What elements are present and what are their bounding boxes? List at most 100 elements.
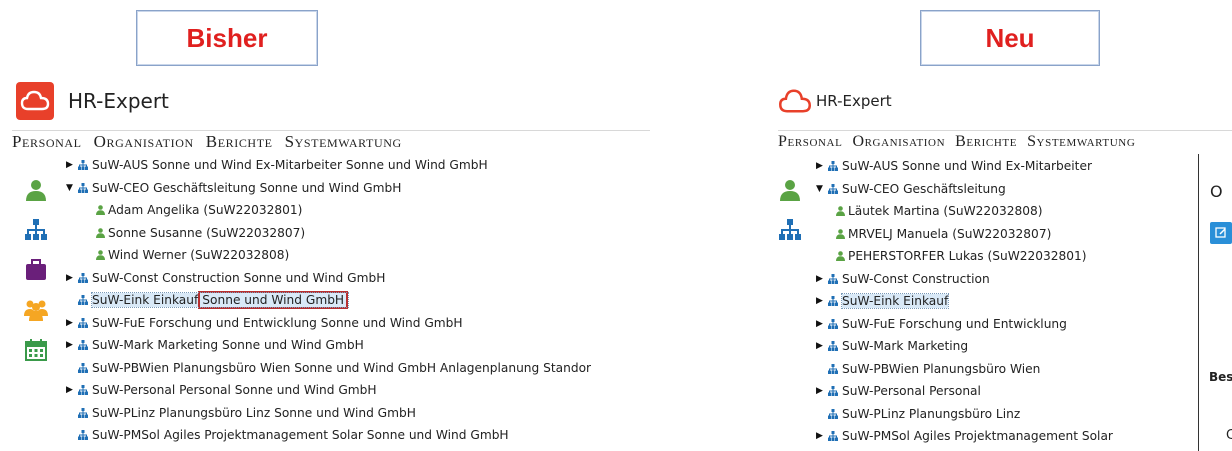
tree-org-row[interactable]: SuW-PLinz Planungsbüro Linz [816,403,1196,426]
tree-org-row[interactable]: ▼ SuW-CEO Geschäftsleitung [816,178,1196,201]
label-neu: Neu [920,10,1100,66]
expand-arrow-icon[interactable]: ▶ [816,274,828,284]
main-menu: Personal Organisation Berichte Systemwar… [12,130,650,153]
tree-org-row[interactable]: ▶ SuW-Const Construction [816,268,1196,291]
person-icon [836,206,845,217]
tree-org-row[interactable]: ▶ SuW-FuE Forschung und Entwicklung [816,313,1196,336]
tree-org-row[interactable]: ▼ SuW-CEO Geschäftsleitung Sonne und Wind… [66,177,650,200]
expand-arrow-icon[interactable]: ▶ [816,319,828,329]
org-unit-icon [78,407,88,418]
briefcase-icon[interactable] [24,258,48,282]
group-icon[interactable] [24,298,48,322]
tree-item-text: SuW-Eink Einkauf [92,293,199,308]
tree-item-label[interactable]: SuW-AUS Sonne und Wind Ex-Mitarbeiter [842,159,1092,173]
tree-item-label[interactable]: SuW-CEO Geschäftsleitung Sonne und Wind … [92,181,401,195]
tree-org-row[interactable]: ▶ SuW-Mark Marketing [816,335,1196,358]
tree-person-row[interactable]: Wind Werner (SuW22032808) [66,244,650,267]
expand-arrow-icon[interactable]: ▶ [66,318,78,328]
menu-berichte[interactable]: Berichte [955,133,1017,151]
tree-person-row[interactable]: PEHERSTORFER Lukas (SuW22032801) [816,245,1196,268]
collapse-arrow-icon[interactable]: ▼ [66,183,78,193]
edit-button[interactable] [1210,222,1232,244]
tree-item-label[interactable]: PEHERSTORFER Lukas (SuW22032801) [848,249,1087,263]
tree-item-text: SuW-Personal Personal [842,384,981,399]
tree-person-row[interactable]: MRVELJ Manuela (SuW22032807) [816,223,1196,246]
tree-item-label[interactable]: SuW-PLinz Planungsbüro Linz Sonne und Wi… [92,406,416,420]
expand-arrow-icon[interactable]: ▶ [66,385,78,395]
tree-item-label[interactable]: SuW-AUS Sonne und Wind Ex-Mitarbeiter So… [92,158,488,172]
tree-item-label[interactable]: Wind Werner (SuW22032808) [108,248,289,262]
tree-org-row[interactable]: ▶ SuW-AUS Sonne und Wind Ex-Mitarbeiter S… [66,154,650,177]
tree-item-label[interactable]: SuW-PMSol Agiles Projektmanagement Solar [842,429,1113,443]
expand-arrow-icon[interactable]: ▶ [66,160,78,170]
org-chart-icon[interactable] [778,218,802,242]
tree-person-row[interactable]: Adam Angelika (SuW22032801) [66,199,650,222]
tree-item-label[interactable]: SuW-Personal Personal Sonne und Wind Gmb… [92,383,377,397]
menu-organisation[interactable]: Organisation [94,132,194,152]
tree-item-label[interactable]: SuW-PBWien Planungsbüro Wien Sonne und W… [92,361,591,375]
tree-org-row[interactable]: SuW-PLinz Planungsbüro Linz Sonne und Wi… [66,402,650,425]
tree-item-label[interactable]: SuW-Eink Einkauf [840,293,950,310]
expand-arrow-icon[interactable]: ▶ [816,161,828,171]
tree-item-label[interactable]: SuW-Const Construction [842,272,990,286]
tree-item-label[interactable]: SuW-FuE Forschung und Entwicklung Sonne … [92,316,463,330]
tree-item-label[interactable]: SuW-PLinz Planungsbüro Linz [842,407,1020,421]
tree-item-text: SuW-FuE Forschung und Entwicklung Sonne … [92,315,463,330]
expand-arrow-icon[interactable]: ▶ [66,340,78,350]
tree-item-label[interactable]: SuW-Personal Personal [842,384,981,398]
tree-item-label[interactable]: SuW-Eink Einkauf Sonne und Wind GmbH [90,291,350,310]
detail-fragment-o: O [1210,182,1223,201]
calendar-icon[interactable] [24,338,48,362]
tree-item-label[interactable]: Adam Angelika (SuW22032801) [108,203,302,217]
tree-item-label[interactable]: Sonne Susanne (SuW22032807) [108,226,305,240]
tree-org-row[interactable]: ▶ SuW-Personal Personal Sonne und Wind Gm… [66,379,650,402]
tree-item-label[interactable]: SuW-Mark Marketing [842,339,968,353]
tree-org-row[interactable]: ▶ SuW-PMSol Agiles Projektmanagement Sola… [816,425,1196,448]
tree-org-row[interactable]: ▶ SuW-Personal Personal [816,380,1196,403]
menu-berichte[interactable]: Berichte [206,132,273,152]
tree-item-label[interactable]: Läutek Martina (SuW22032808) [848,204,1042,218]
tree-org-row[interactable]: SuW-PMSol Agiles Projektmanagement Solar… [66,424,650,447]
tree-item-label[interactable]: SuW-PMSol Agiles Projektmanagement Solar… [92,428,509,442]
tree-person-row[interactable]: Sonne Susanne (SuW22032807) [66,222,650,245]
person-icon[interactable] [24,178,48,202]
tree-item-label[interactable]: SuW-FuE Forschung und Entwicklung [842,317,1067,331]
org-unit-icon [78,272,88,283]
tree-item-label[interactable]: SuW-Mark Marketing Sonne und Wind GmbH [92,338,364,352]
tree-item-text: SuW-Const Construction [842,271,990,286]
tree-item-label[interactable]: SuW-Const Construction Sonne und Wind Gm… [92,271,385,285]
expand-arrow-icon[interactable]: ▶ [816,431,828,441]
person-icon[interactable] [778,178,802,202]
menu-systemwartung[interactable]: Systemwartung [285,132,402,152]
org-chart-icon[interactable] [24,218,48,242]
label-bisher: Bisher [136,10,318,66]
tree-org-row[interactable]: ▶ SuW-Mark Marketing Sonne und Wind GmbH [66,334,650,357]
tree-item-label[interactable]: MRVELJ Manuela (SuW22032807) [848,227,1051,241]
tree-org-row[interactable]: ▶ SuW-Eink Einkauf [816,290,1196,313]
tree-item-text: SuW-PLinz Planungsbüro Linz [842,406,1021,421]
tree-item-text: SuW-PLinz Planungsbüro Linz Sonne und Wi… [92,405,416,420]
collapse-arrow-icon[interactable]: ▼ [816,184,828,194]
tree-item-label[interactable]: SuW-PBWien Planungsbüro Wien [842,362,1040,376]
tree-org-row[interactable]: SuW-PBWien Planungsbüro Wien Sonne und W… [66,357,650,380]
tree-org-row[interactable]: ▶ SuW-AUS Sonne und Wind Ex-Mitarbeiter [816,155,1196,178]
menu-systemwartung[interactable]: Systemwartung [1027,133,1135,151]
app-header: HR-Expert [778,76,1232,126]
expand-arrow-icon[interactable]: ▶ [816,386,828,396]
org-unit-icon [78,430,88,441]
tree-org-row[interactable]: ▶ SuW-Const Construction Sonne und Wind G… [66,267,650,290]
splitter[interactable] [1198,154,1199,451]
menu-personal[interactable]: Personal [12,132,82,152]
menu-personal[interactable]: Personal [778,133,842,151]
expand-arrow-icon[interactable]: ▶ [816,296,828,306]
tree-org-row[interactable]: SuW-PBWien Planungsbüro Wien [816,358,1196,381]
tree-org-row[interactable]: ▶ SuW-FuE Forschung und Entwicklung Sonne… [66,312,650,335]
menu-organisation[interactable]: Organisation [852,133,945,151]
expand-arrow-icon[interactable]: ▶ [66,273,78,283]
main-menu: Personal Organisation Berichte Systemwar… [778,130,1232,153]
expand-arrow-icon[interactable]: ▶ [816,341,828,351]
tree-item-label[interactable]: SuW-CEO Geschäftsleitung [842,182,1006,196]
sidebar [12,154,64,451]
tree-person-row[interactable]: Läutek Martina (SuW22032808) [816,200,1196,223]
tree-org-row[interactable]: SuW-Eink Einkauf Sonne und Wind GmbH [66,289,650,312]
